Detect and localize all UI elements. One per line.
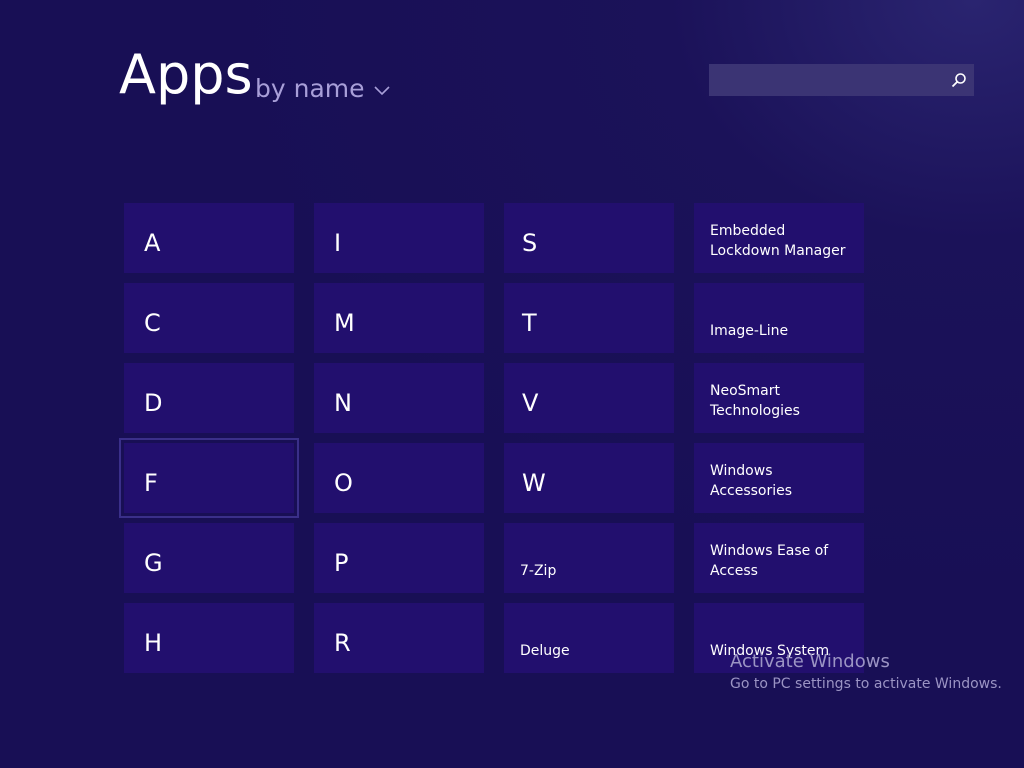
group-windows-accessories[interactable]: Windows Accessories: [694, 443, 864, 513]
group-letter-o[interactable]: O: [314, 443, 484, 513]
group-name-label: Windows Accessories: [710, 463, 793, 499]
group-letter-label: S: [522, 229, 538, 257]
group-letter-label: T: [522, 309, 537, 337]
group-neosmart-technologies[interactable]: NeoSmart Technologies: [694, 363, 864, 433]
group-letter-d[interactable]: D: [124, 363, 294, 433]
chevron-down-icon: [373, 85, 390, 95]
watermark-title: Activate Windows: [730, 651, 890, 672]
group-letter-label: A: [144, 229, 161, 257]
group-letter-label: W: [522, 469, 546, 497]
group-letter-label: P: [334, 549, 349, 577]
group-letter-label: I: [334, 229, 342, 257]
group-letter-v[interactable]: V: [504, 363, 674, 433]
group-name-label: Embedded Lockdown Manager: [710, 223, 846, 259]
group-name-label: NeoSmart Technologies: [710, 383, 800, 419]
group-embedded-lockdown-manager[interactable]: Embedded Lockdown Manager: [694, 203, 864, 273]
group-letter-label: F: [144, 469, 158, 497]
group-letter-label: V: [522, 389, 539, 417]
watermark-subtitle: Go to PC settings to activate Windows.: [730, 676, 1002, 692]
group-name-label: 7-Zip: [520, 563, 557, 579]
group-letter-p[interactable]: P: [314, 523, 484, 593]
sort-by-name-button[interactable]: by name: [255, 76, 391, 101]
group-letter-label: N: [334, 389, 352, 417]
group-7zip[interactable]: 7-Zip: [504, 523, 674, 593]
start-screen: Apps by name A C D F G H I M N O P R S T…: [0, 0, 1024, 768]
group-letter-w[interactable]: W: [504, 443, 674, 513]
group-letter-label: C: [144, 309, 161, 337]
group-letter-r[interactable]: R: [314, 603, 484, 673]
group-letter-label: O: [334, 469, 353, 497]
group-letter-label: M: [334, 309, 355, 337]
group-letter-f[interactable]: F: [119, 438, 299, 518]
group-letter-label: H: [144, 629, 163, 657]
group-letter-t[interactable]: T: [504, 283, 674, 353]
sort-label: by name: [255, 74, 365, 103]
group-letter-label: G: [144, 549, 163, 577]
group-name-label: Windows Ease of Access: [710, 543, 829, 579]
page-title: Apps: [119, 43, 253, 106]
group-letter-a[interactable]: A: [124, 203, 294, 273]
group-letter-n[interactable]: N: [314, 363, 484, 433]
group-name-label: Image-Line: [710, 323, 789, 339]
group-letter-i[interactable]: I: [314, 203, 484, 273]
group-letter-label: R: [334, 629, 351, 657]
group-windows-ease-of-access[interactable]: Windows Ease of Access: [694, 523, 864, 593]
search-input[interactable]: [709, 64, 939, 96]
group-letter-label: D: [144, 389, 163, 417]
search-icon[interactable]: [950, 71, 968, 89]
activation-watermark: Activate Windows Go to PC settings to ac…: [730, 652, 1002, 696]
group-letter-h[interactable]: H: [124, 603, 294, 673]
search-box[interactable]: [709, 64, 974, 96]
group-image-line[interactable]: Image-Line: [694, 283, 864, 353]
group-letter-m[interactable]: M: [314, 283, 484, 353]
group-letter-c[interactable]: C: [124, 283, 294, 353]
group-letter-g[interactable]: G: [124, 523, 294, 593]
group-deluge[interactable]: Deluge: [504, 603, 674, 673]
group-letter-s[interactable]: S: [504, 203, 674, 273]
group-name-label: Deluge: [520, 643, 570, 659]
